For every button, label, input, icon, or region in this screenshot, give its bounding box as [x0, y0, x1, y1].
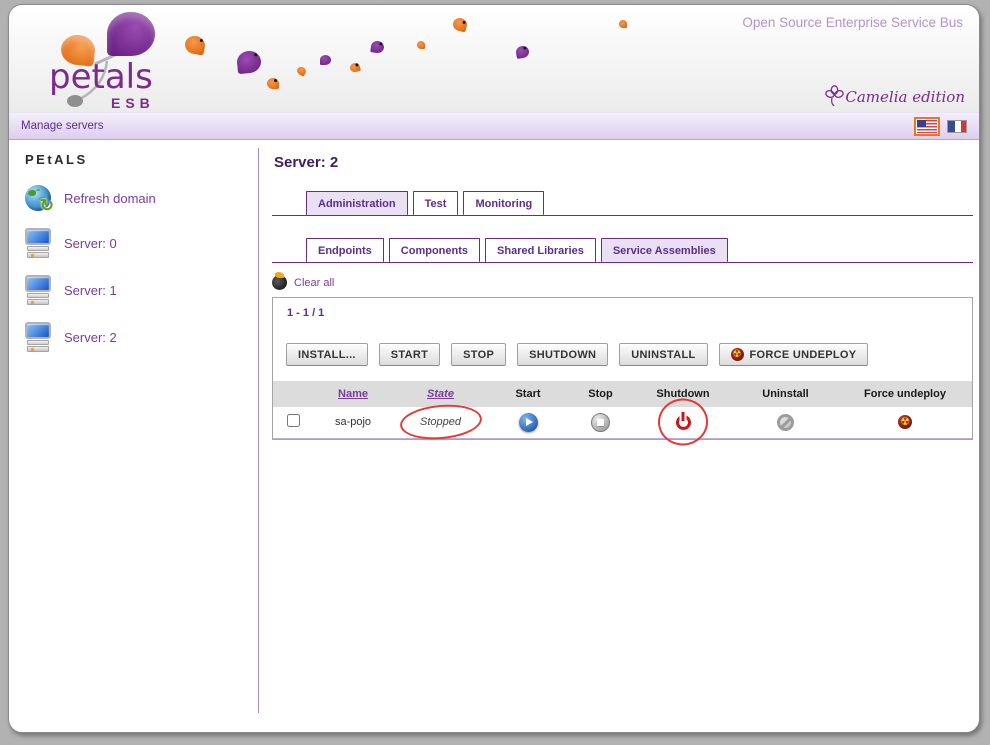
- select-cell: [273, 407, 313, 438]
- content-area: PEtALS ↻ Refresh domain Server: 0 Server…: [9, 140, 979, 733]
- page-title: Server: 2: [274, 154, 973, 171]
- brand-sub: ESB: [111, 95, 155, 111]
- page-header: petals ESB Open Source Enterprise Servic…: [9, 5, 979, 112]
- secondary-tabs: Endpoints Components Shared Libraries Se…: [272, 238, 973, 263]
- column-header-state: State: [393, 381, 488, 407]
- sort-by-state-link[interactable]: State: [427, 388, 454, 400]
- petal-decoration: [619, 20, 627, 28]
- tab-endpoints[interactable]: Endpoints: [306, 238, 384, 262]
- shutdown-cell: [633, 407, 733, 438]
- us-flag-icon[interactable]: [917, 120, 937, 133]
- petal-decoration: [267, 78, 279, 89]
- language-switcher: [917, 120, 967, 133]
- sidebar-item-label: Server: 1: [64, 283, 117, 298]
- primary-tabs: Administration Test Monitoring: [272, 191, 973, 216]
- shutdown-button[interactable]: SHUTDOWN: [517, 343, 608, 366]
- no-entry-icon[interactable]: [777, 414, 794, 431]
- stop-icon[interactable]: [591, 413, 610, 432]
- globe-refresh-icon: ↻: [25, 185, 51, 211]
- edition-label: Camelia edition: [845, 88, 965, 106]
- sort-by-name-link[interactable]: Name: [338, 388, 368, 400]
- assemblies-panel: 1 - 1 / 1 INSTALL... START STOP SHUTDOWN…: [272, 297, 973, 440]
- computer-icon: [25, 228, 51, 258]
- tab-shared-libraries[interactable]: Shared Libraries: [485, 238, 596, 262]
- petal-decoration: [370, 40, 385, 54]
- tagline: Open Source Enterprise Service Bus: [742, 15, 963, 30]
- start-cell: [488, 407, 568, 438]
- sidebar-item-refresh-domain[interactable]: ↻ Refresh domain: [25, 185, 259, 211]
- computer-icon: [25, 275, 51, 305]
- tab-service-assemblies[interactable]: Service Assemblies: [601, 238, 728, 262]
- sidebar-item-server-0[interactable]: Server: 0: [25, 228, 259, 258]
- fr-flag-icon[interactable]: [947, 120, 967, 133]
- column-header-start: Start: [488, 381, 568, 407]
- sidebar-item-server-2[interactable]: Server: 2: [25, 322, 259, 352]
- tab-monitoring[interactable]: Monitoring: [463, 191, 544, 215]
- power-icon[interactable]: [676, 415, 691, 430]
- action-button-row: INSTALL... START STOP SHUTDOWN UNINSTALL…: [273, 343, 972, 366]
- column-header-force-undeploy: Force undeploy: [838, 381, 972, 407]
- uninstall-cell: [733, 407, 838, 438]
- petal-decoration: [452, 16, 469, 32]
- row-select-checkbox[interactable]: [287, 414, 300, 427]
- stop-button[interactable]: STOP: [451, 343, 506, 366]
- petal-decoration: [417, 41, 425, 49]
- clear-all-label: Clear all: [294, 277, 334, 289]
- install-button[interactable]: INSTALL...: [286, 343, 368, 366]
- petals-esb-logo: petals ESB: [49, 11, 199, 112]
- table-row: sa-pojo Stopped: [273, 407, 972, 438]
- tab-components[interactable]: Components: [389, 238, 480, 262]
- sidebar-heading: PEtALS: [25, 152, 259, 167]
- pagination-label: 1 - 1 / 1: [273, 307, 972, 319]
- petal-decoration: [320, 55, 331, 65]
- state-cell: Stopped: [393, 407, 488, 438]
- name-cell: sa-pojo: [313, 407, 393, 438]
- tab-administration[interactable]: Administration: [306, 191, 408, 215]
- camelia-flower-icon: [825, 85, 844, 106]
- select-column-header: [273, 381, 313, 407]
- column-header-stop: Stop: [568, 381, 633, 407]
- sidebar-item-server-1[interactable]: Server: 1: [25, 275, 259, 305]
- tab-test[interactable]: Test: [413, 191, 459, 215]
- uninstall-button[interactable]: UNINSTALL: [619, 343, 707, 366]
- service-assemblies-table: Name State Start Stop Shutdown Uninstall…: [273, 381, 972, 439]
- table-header-row: Name State Start Stop Shutdown Uninstall…: [273, 381, 972, 407]
- state-value: Stopped: [420, 416, 461, 428]
- clear-all-link[interactable]: Clear all: [272, 275, 334, 290]
- force-undeploy-cell: ☢: [838, 407, 972, 438]
- app-window: petals ESB Open Source Enterprise Servic…: [8, 4, 980, 733]
- petal-decoration: [349, 62, 361, 73]
- bomb-icon: [272, 275, 287, 290]
- edition-badge: Camelia edition: [825, 85, 965, 106]
- play-icon[interactable]: [519, 413, 538, 432]
- menubar: Manage servers: [9, 112, 979, 140]
- start-button[interactable]: START: [379, 343, 440, 366]
- column-header-uninstall: Uninstall: [733, 381, 838, 407]
- stop-cell: [568, 407, 633, 438]
- logo-purple-petal: [107, 12, 155, 56]
- petal-decoration: [236, 50, 262, 74]
- sidebar-item-label: Server: 0: [64, 236, 117, 251]
- petal-decoration: [296, 65, 308, 76]
- main-panel: Server: 2 Administration Test Monitoring…: [259, 140, 979, 733]
- column-header-name: Name: [313, 381, 393, 407]
- radiation-icon[interactable]: ☢: [898, 415, 912, 429]
- petal-decoration: [515, 45, 530, 59]
- sidebar: PEtALS ↻ Refresh domain Server: 0 Server…: [9, 140, 259, 733]
- sidebar-item-label: Server: 2: [64, 330, 117, 345]
- column-header-shutdown: Shutdown: [633, 381, 733, 407]
- sidebar-item-label: Refresh domain: [64, 191, 156, 206]
- menubar-title: Manage servers: [21, 120, 103, 132]
- force-undeploy-button[interactable]: ☢ FORCE UNDEPLOY: [719, 343, 869, 366]
- computer-icon: [25, 322, 51, 352]
- brand-name: petals: [49, 57, 153, 97]
- radiation-icon: ☢: [731, 348, 744, 361]
